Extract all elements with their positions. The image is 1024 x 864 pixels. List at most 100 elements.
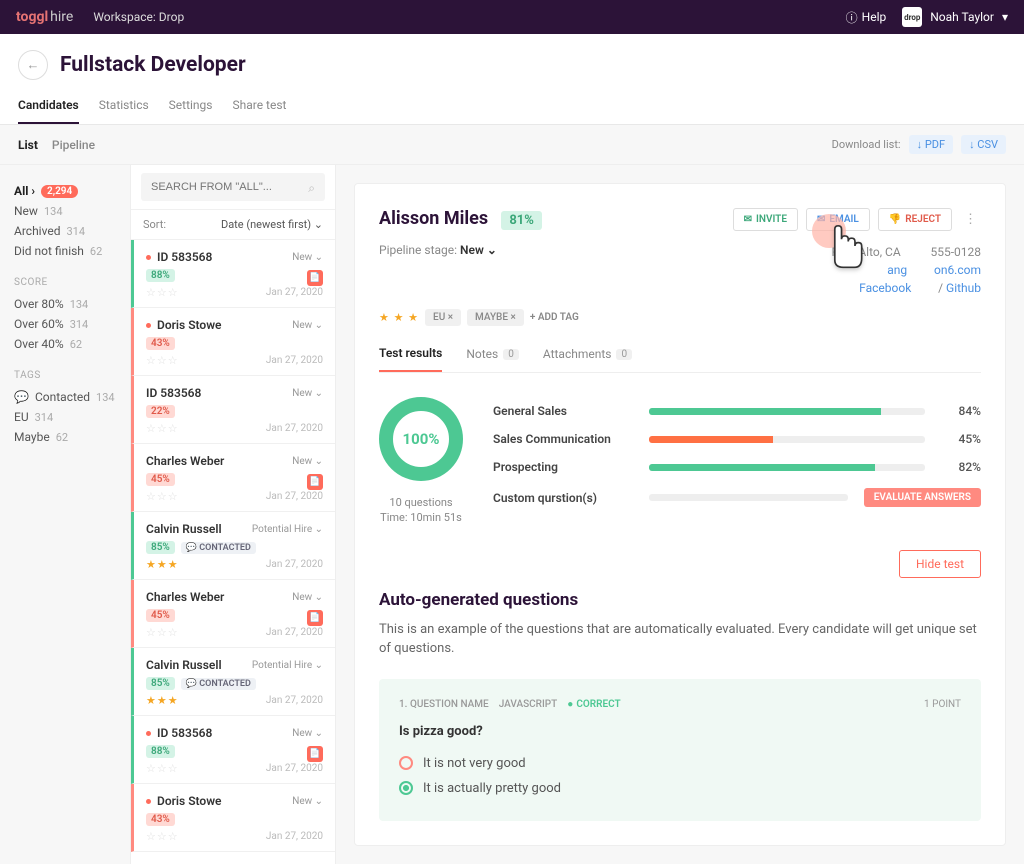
- back-button[interactable]: ←: [18, 50, 48, 80]
- avatar: drop: [902, 7, 922, 27]
- tag-eu[interactable]: EU ×: [425, 309, 461, 326]
- rating-stars[interactable]: ★ ★ ★: [379, 311, 419, 324]
- tab-share-test[interactable]: Share test: [233, 98, 287, 124]
- view-pipeline[interactable]: Pipeline: [52, 138, 95, 152]
- candidate-list-item[interactable]: Calvin RussellPotential Hire ⌄ 85%💬 CONT…: [131, 512, 335, 580]
- document-icon: 📄: [307, 474, 323, 490]
- tag-maybe[interactable]: MAYBE ×: [467, 309, 524, 326]
- tab-settings[interactable]: Settings: [169, 98, 213, 124]
- tab-notes[interactable]: Notes0: [466, 346, 519, 372]
- unread-dot: [146, 799, 151, 804]
- email-button[interactable]: ✉EMAIL: [806, 208, 870, 231]
- question-correct: ●CORRECT: [567, 699, 620, 710]
- candidate-list-item[interactable]: ID 583568New ⌄ 88% 📄 ☆☆☆Jan 27, 2020: [131, 716, 335, 784]
- hide-test-button[interactable]: Hide test: [899, 550, 981, 578]
- document-icon: 📄: [307, 270, 323, 286]
- status-dropdown[interactable]: Potential Hire ⌄: [252, 524, 323, 535]
- contacted-tag: 💬 CONTACTED: [181, 542, 256, 554]
- detail-panel: Alisson Miles 81% ✉INVITE ✉EMAIL 👎REJECT…: [336, 165, 1024, 864]
- score-filter-item[interactable]: Over 40%62: [14, 334, 116, 354]
- unread-dot: [146, 323, 151, 328]
- download-csv-button[interactable]: ↓ CSV: [961, 135, 1006, 154]
- tag-filter-item[interactable]: Maybe62: [14, 427, 116, 447]
- topbar: toggl hire Workspace: Drop ⓘ Help drop N…: [0, 0, 1024, 34]
- score-row: Custom qurstion(s)EVALUATE ANSWERS: [493, 481, 981, 514]
- pipeline-label: Pipeline stage:: [379, 243, 457, 257]
- question-number: 1. QUESTION NAME: [399, 699, 489, 710]
- unread-dot: [146, 731, 151, 736]
- candidate-list-item[interactable]: Doris StoweNew ⌄ 43% ☆☆☆Jan 27, 2020: [131, 784, 335, 852]
- score-filter-item[interactable]: Over 80%134: [14, 294, 116, 314]
- logo-toggl: toggl: [16, 9, 48, 25]
- tags-label: TAGS: [14, 370, 116, 381]
- tab-attachments[interactable]: Attachments0: [543, 346, 632, 372]
- subheader: List Pipeline Download list: ↓ PDF ↓ CSV: [0, 125, 1024, 165]
- unread-dot: [146, 255, 151, 260]
- status-dropdown[interactable]: New ⌄: [292, 252, 323, 263]
- score-filter-item[interactable]: Over 60%314: [14, 314, 116, 334]
- filter-item[interactable]: Did not finish62: [14, 241, 116, 261]
- candidate-list-item[interactable]: Doris StoweNew ⌄ 43% ☆☆☆Jan 27, 2020: [131, 308, 335, 376]
- filter-item[interactable]: Archived314: [14, 221, 116, 241]
- candidate-list-item[interactable]: Charles WeberNew ⌄ 45% 📄 ☆☆☆Jan 27, 2020: [131, 444, 335, 512]
- invite-icon: ✉: [744, 214, 752, 225]
- questions-desc: This is an example of the questions that…: [379, 620, 981, 659]
- filter-item[interactable]: New134: [14, 201, 116, 221]
- email-link[interactable]: ang: [887, 263, 907, 277]
- sort-dropdown[interactable]: Date (newest first) ⌄: [221, 218, 323, 231]
- email-icon: ✉: [817, 214, 825, 225]
- pipeline-dropdown[interactable]: New ⌄: [460, 243, 497, 257]
- status-dropdown[interactable]: New ⌄: [292, 456, 323, 467]
- candidate-list-item[interactable]: Charles WeberNew ⌄ 45% 📄 ☆☆☆Jan 27, 2020: [131, 580, 335, 648]
- view-list[interactable]: List: [18, 138, 38, 152]
- status-dropdown[interactable]: Potential Hire ⌄: [252, 660, 323, 671]
- download-pdf-button[interactable]: ↓ PDF: [909, 135, 953, 154]
- tab-test-results[interactable]: Test results: [379, 346, 442, 372]
- status-dropdown[interactable]: New ⌄: [292, 796, 323, 807]
- reject-button[interactable]: 👎REJECT: [878, 208, 952, 231]
- question-option[interactable]: It is not very good: [399, 751, 961, 776]
- user-menu[interactable]: drop Noah Taylor ▾: [902, 7, 1008, 27]
- header-tabs: Candidates Statistics Settings Share tes…: [18, 98, 1006, 124]
- status-dropdown[interactable]: New ⌄: [292, 388, 323, 399]
- questions-title: Auto-generated questions: [379, 590, 981, 610]
- score-row: Sales Communication45%: [493, 425, 981, 453]
- logo[interactable]: toggl hire: [16, 9, 73, 25]
- question-option[interactable]: It is actually pretty good: [399, 776, 961, 801]
- document-icon: 📄: [307, 610, 323, 626]
- sidebar: All ›2,294New134Archived314Did not finis…: [0, 165, 130, 864]
- question-card: 1. QUESTION NAME JAVASCRIPT ●CORRECT 1 P…: [379, 679, 981, 821]
- help-link[interactable]: ⓘ Help: [846, 9, 887, 26]
- filter-item[interactable]: All ›2,294: [14, 181, 116, 201]
- add-tag-button[interactable]: + ADD TAG: [530, 312, 579, 323]
- more-icon[interactable]: ⋮: [960, 208, 981, 231]
- tab-statistics[interactable]: Statistics: [99, 98, 149, 124]
- workspace-label[interactable]: Workspace: Drop: [93, 10, 184, 24]
- score-donut: 100%: [379, 397, 463, 481]
- candidate-list: ⌕ Sort: Date (newest first) ⌄ ID 583568N…: [130, 165, 336, 864]
- invite-button[interactable]: ✉INVITE: [733, 208, 798, 231]
- evaluate-button[interactable]: EVALUATE ANSWERS: [864, 488, 981, 507]
- radio-icon: [399, 781, 413, 795]
- question-tech: JAVASCRIPT: [499, 699, 558, 710]
- question-points: 1 POINT: [924, 699, 961, 710]
- status-dropdown[interactable]: New ⌄: [292, 728, 323, 739]
- github-link[interactable]: Github: [946, 281, 981, 295]
- main: All ›2,294New134Archived314Did not finis…: [0, 165, 1024, 864]
- radio-icon: [399, 756, 413, 770]
- page-title: Fullstack Developer: [60, 53, 246, 77]
- search-input[interactable]: [141, 173, 325, 201]
- candidate-list-item[interactable]: ID 583568New ⌄ 22% ☆☆☆Jan 27, 2020: [131, 376, 335, 444]
- logo-hire: hire: [50, 9, 73, 25]
- tab-candidates[interactable]: Candidates: [18, 98, 79, 124]
- search-icon: ⌕: [308, 181, 315, 196]
- reject-icon: 👎: [889, 214, 901, 225]
- tag-filter-item[interactable]: EU314: [14, 407, 116, 427]
- candidate-list-item[interactable]: ID 583568New ⌄ 88% 📄 ☆☆☆Jan 27, 2020: [131, 240, 335, 308]
- status-dropdown[interactable]: New ⌄: [292, 320, 323, 331]
- chevron-down-icon: ▾: [1002, 10, 1008, 24]
- candidate-list-item[interactable]: Calvin RussellPotential Hire ⌄ 85%💬 CONT…: [131, 648, 335, 716]
- tag-filter-item[interactable]: 💬Contacted134: [14, 387, 116, 407]
- status-dropdown[interactable]: New ⌄: [292, 592, 323, 603]
- facebook-link[interactable]: Facebook: [859, 281, 911, 295]
